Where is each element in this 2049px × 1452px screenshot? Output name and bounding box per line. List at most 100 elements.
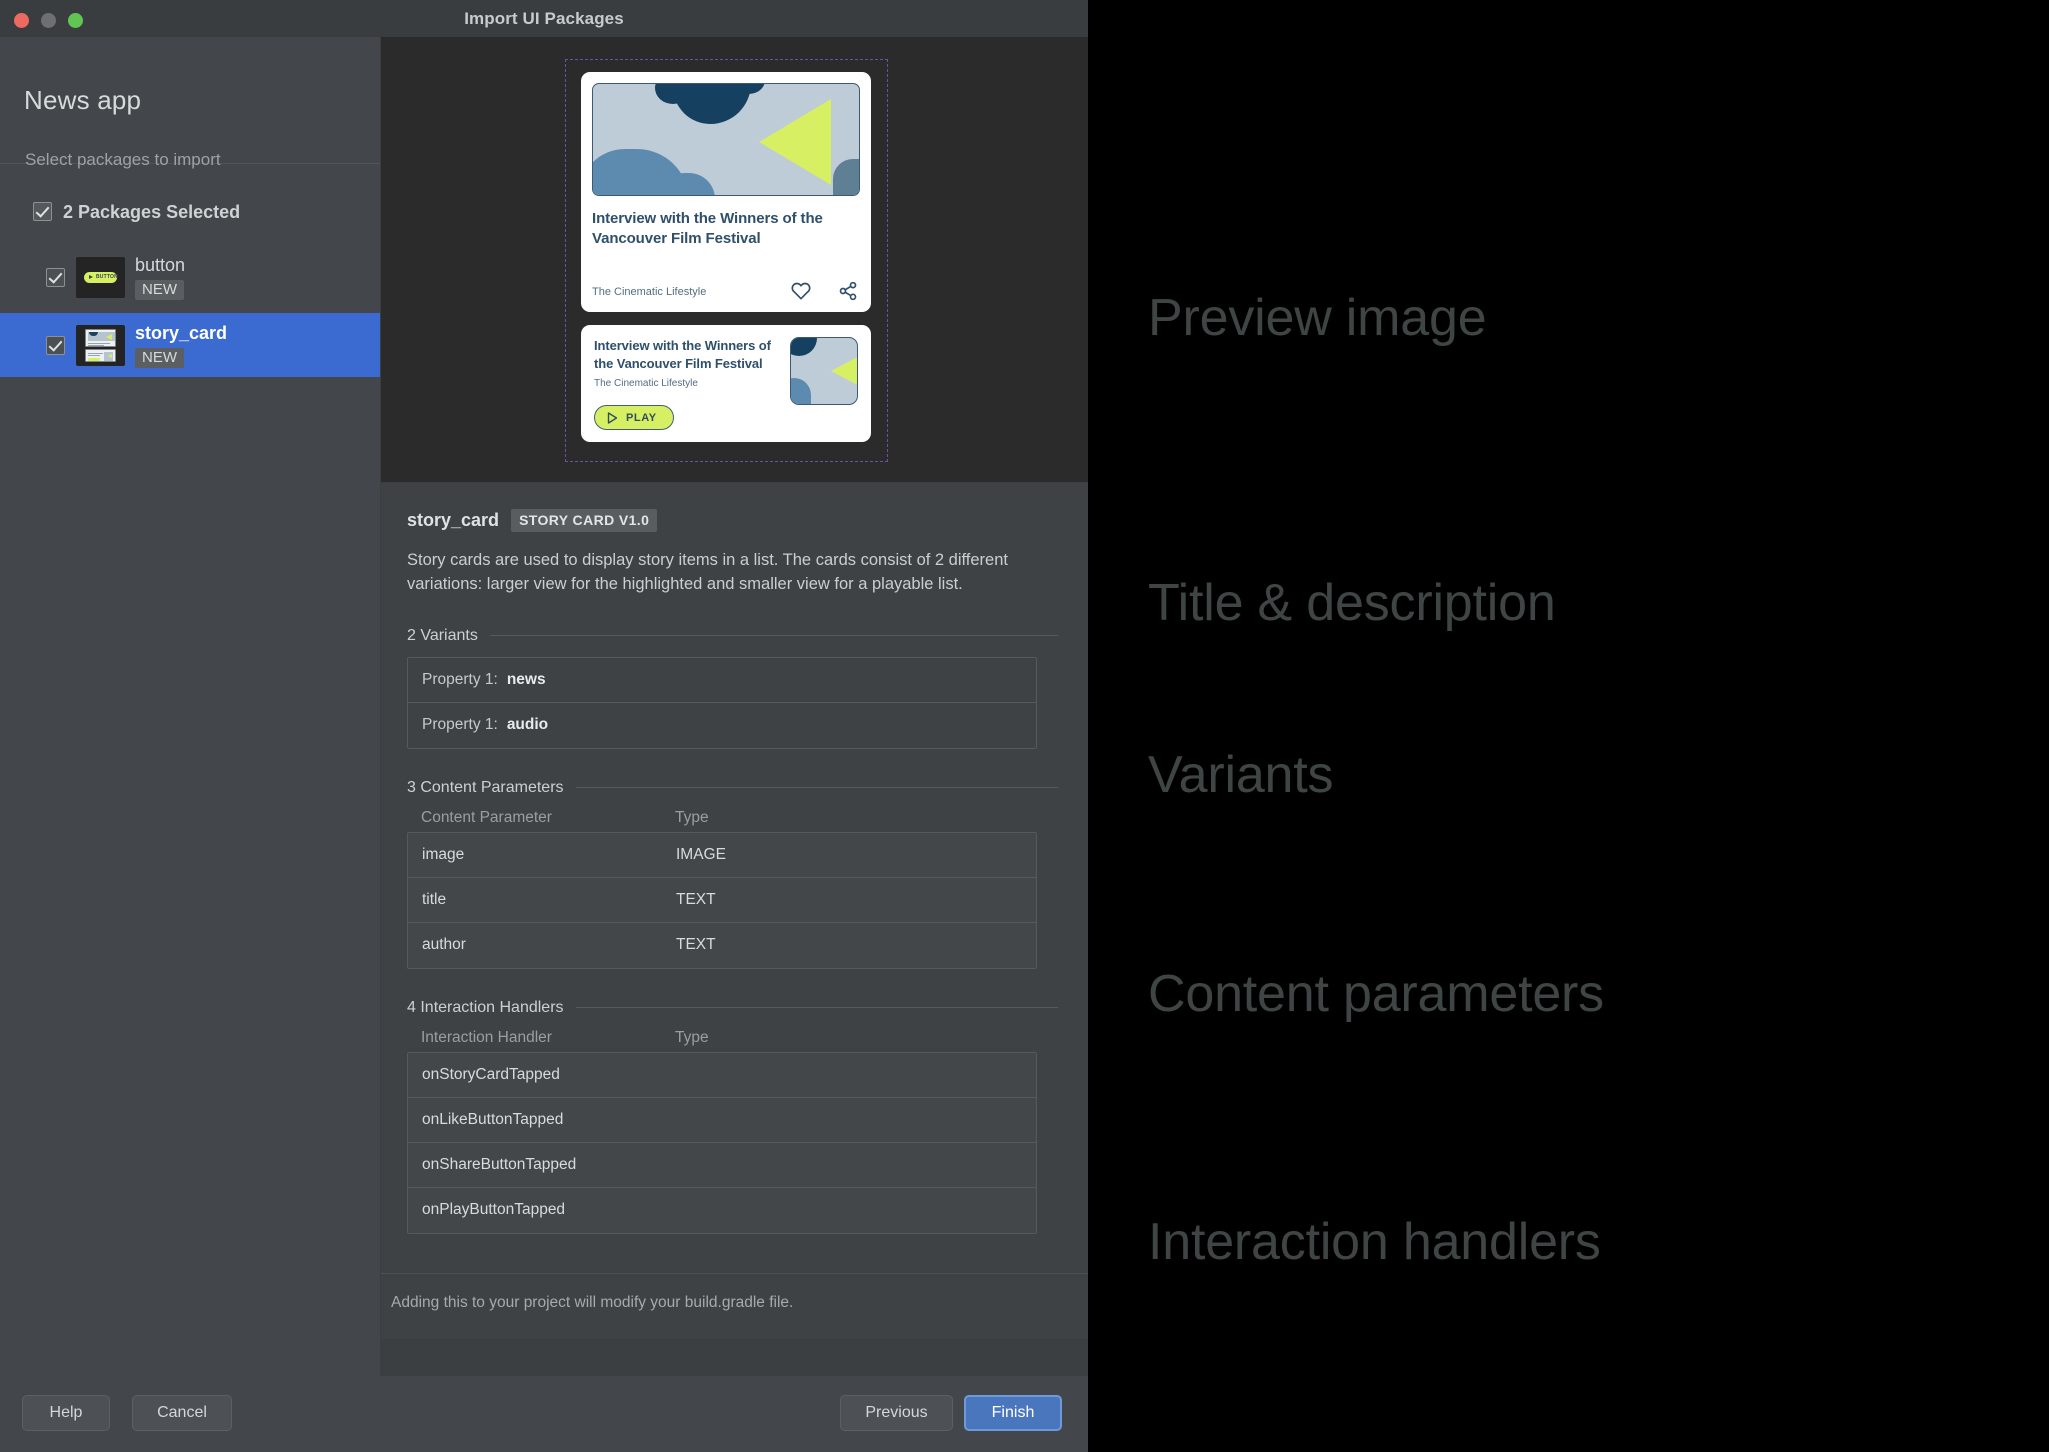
- story-card-small-image: [790, 337, 858, 405]
- app-title: News app: [24, 85, 142, 115]
- package-checkbox-button[interactable]: [46, 268, 65, 287]
- package-name-button: button: [135, 255, 186, 275]
- story-card-author: The Cinematic Lifestyle: [592, 286, 707, 298]
- parameter-name: image: [422, 845, 465, 863]
- handler-name: onLikeButtonTapped: [422, 1110, 564, 1128]
- variant-property-value: audio: [506, 716, 549, 734]
- sidebar-subtitle: Select packages to import: [25, 150, 221, 169]
- play-button[interactable]: PLAY: [594, 405, 674, 430]
- steel-blob-shape: [791, 378, 811, 404]
- column-header-type: Type: [675, 1028, 709, 1046]
- import-ui-packages-dialog: Import UI Packages News app Select packa…: [0, 0, 1088, 1452]
- heart-icon[interactable]: [791, 281, 811, 301]
- navy-blob-shape: [655, 84, 765, 124]
- play-button-label: PLAY: [626, 411, 657, 424]
- dark-blob-shape: [833, 159, 859, 195]
- interaction-handlers-column-headers: Interaction Handler Type: [407, 1029, 1058, 1047]
- variants-table: Property 1: news Property 1: audio: [407, 656, 1037, 749]
- annotation-variants: Variants: [1148, 746, 1334, 804]
- component-name: story_card: [407, 510, 500, 530]
- play-triangle-graphic: [831, 354, 857, 388]
- section-divider: [575, 1007, 1058, 1009]
- table-row[interactable]: onLikeButtonTapped: [408, 1097, 1036, 1143]
- table-row[interactable]: onPlayButtonTapped: [408, 1187, 1036, 1233]
- thumb-card-large: [85, 329, 116, 347]
- help-button[interactable]: Help: [22, 1395, 110, 1431]
- share-icon[interactable]: [838, 281, 858, 301]
- footnote-text: Adding this to your project will modify …: [391, 1294, 794, 1311]
- package-thumbnail-button: BUTTON: [76, 257, 125, 298]
- component-header: story_card STORY CARD V1.0: [407, 509, 1058, 532]
- parameter-name: title: [422, 890, 447, 908]
- annotation-preview-image: Preview image: [1148, 289, 1487, 347]
- parameter-type: IMAGE: [676, 845, 726, 863]
- thumb-card-small: [85, 349, 116, 362]
- previous-button[interactable]: Previous: [840, 1395, 953, 1431]
- thumb-line: [88, 355, 100, 356]
- package-thumbnail-story-card: [76, 325, 125, 366]
- preview-image-area: Interview with the Winners of the Vancou…: [381, 37, 1088, 482]
- select-all-packages-row[interactable]: 2 Packages Selected: [0, 192, 380, 236]
- variant-property-label: Property 1:: [422, 716, 498, 734]
- package-badge-button: NEW: [135, 280, 184, 300]
- button-preview-label: BUTTON: [96, 274, 118, 280]
- handler-name: onStoryCardTapped: [422, 1065, 560, 1083]
- detail-scroll-content: story_card STORY CARD V1.0 Story cards a…: [381, 483, 1088, 1273]
- dialog-footer: Help Cancel Previous Finish: [0, 1376, 1088, 1452]
- package-name-story-card: story_card: [135, 323, 228, 343]
- story-card-thumbnail-art: [85, 329, 116, 362]
- play-triangle-graphic: [759, 99, 831, 185]
- table-row[interactable]: image IMAGE: [408, 832, 1036, 878]
- finish-button[interactable]: Finish: [964, 1395, 1062, 1431]
- variant-property-label: Property 1:: [422, 670, 498, 688]
- story-card-title: Interview with the Winners of the Vancou…: [592, 210, 823, 247]
- variants-heading: 2 Variants: [407, 626, 478, 644]
- handler-name: onShareButtonTapped: [422, 1155, 577, 1173]
- thumb-image-small: [104, 352, 113, 361]
- table-row[interactable]: onShareButtonTapped: [408, 1142, 1036, 1188]
- play-triangle-icon: [89, 275, 93, 279]
- annotation-title-description: Title & description: [1148, 574, 1556, 632]
- table-row[interactable]: Property 1: news: [408, 658, 1036, 703]
- variant-property-value: news: [506, 670, 546, 688]
- package-row-story-card[interactable]: story_card NEW: [0, 313, 380, 377]
- table-row[interactable]: title TEXT: [408, 877, 1036, 923]
- table-row[interactable]: onStoryCardTapped: [408, 1052, 1036, 1098]
- story-card-large-preview: Interview with the Winners of the Vancou…: [581, 72, 871, 312]
- content-parameters-table: image IMAGE title TEXT author TEXT: [407, 831, 1037, 969]
- navy-blob-shape: [791, 338, 817, 356]
- story-card-hero-image: [592, 83, 860, 196]
- story-card-small-title: Interview with the Winners of the Vancou…: [594, 338, 771, 371]
- story-card-small-preview: Interview with the Winners of the Vancou…: [581, 325, 871, 442]
- detail-footnote: Adding this to your project will modify …: [381, 1273, 1088, 1339]
- thumb-play-pill: [88, 358, 100, 361]
- content-parameters-heading: 3 Content Parameters: [407, 778, 564, 796]
- table-row[interactable]: author TEXT: [408, 922, 1036, 968]
- component-description: Story cards are used to display story it…: [407, 551, 1008, 593]
- content-parameters-section-header: 3 Content Parameters: [407, 779, 1058, 797]
- handler-name: onPlayButtonTapped: [422, 1201, 566, 1219]
- steel-blob-shape: [593, 149, 715, 195]
- table-row[interactable]: Property 1: audio: [408, 703, 1036, 748]
- annotation-interaction-handlers: Interaction handlers: [1148, 1213, 1601, 1271]
- section-divider: [489, 635, 1058, 637]
- thumb-line: [88, 353, 103, 354]
- column-header-name: Content Parameter: [421, 808, 552, 826]
- parameter-type: TEXT: [676, 890, 716, 908]
- cancel-button[interactable]: Cancel: [132, 1395, 232, 1431]
- package-checkbox-story-card[interactable]: [46, 336, 65, 355]
- parameter-type: TEXT: [676, 936, 716, 954]
- interaction-handlers-table: onStoryCardTapped onLikeButtonTapped onS…: [407, 1051, 1037, 1234]
- select-all-checkbox[interactable]: [33, 202, 52, 221]
- window-title: Import UI Packages: [464, 9, 624, 28]
- section-divider: [575, 787, 1058, 789]
- interaction-handlers-heading: 4 Interaction Handlers: [407, 998, 564, 1016]
- thumb-line: [88, 345, 104, 346]
- interaction-handlers-section-header: 4 Interaction Handlers: [407, 999, 1058, 1017]
- component-version-badge: STORY CARD V1.0: [511, 509, 658, 532]
- select-all-label: 2 Packages Selected: [63, 202, 241, 222]
- column-header-name: Interaction Handler: [421, 1028, 552, 1046]
- packages-sidebar: News app Select packages to import 2 Pac…: [0, 37, 380, 1376]
- package-row-button[interactable]: BUTTON button NEW: [0, 245, 380, 309]
- play-triangle-icon: [607, 411, 618, 424]
